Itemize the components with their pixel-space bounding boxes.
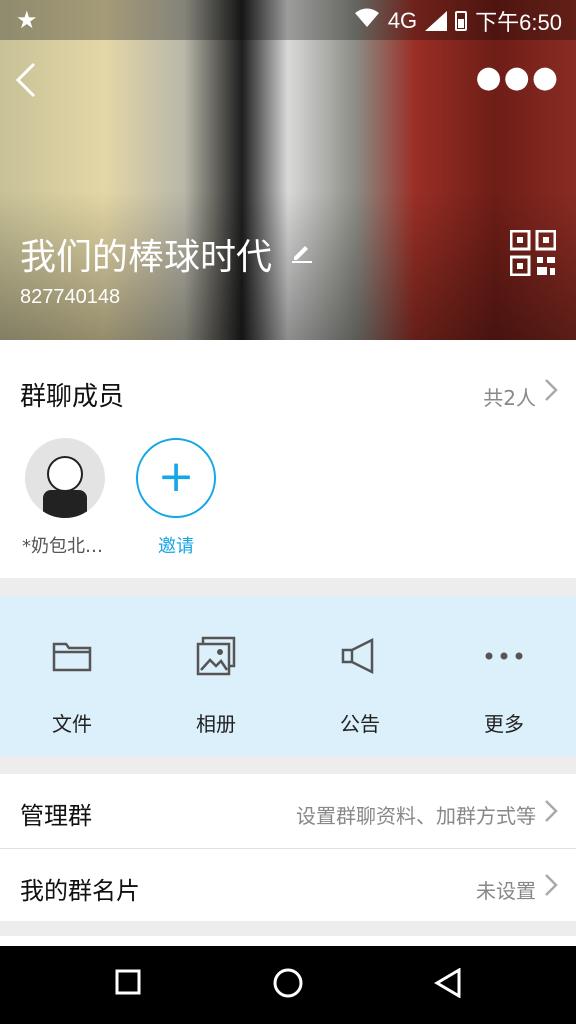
row-value: 未设置 bbox=[476, 879, 536, 903]
more-icon bbox=[484, 636, 524, 676]
system-nav-bar bbox=[0, 946, 576, 1024]
avatar-face bbox=[47, 456, 83, 492]
members-section: 群聊成员 共2人 *奶包北… + 邀请 bbox=[0, 340, 576, 578]
action-announcement[interactable]: 公告 bbox=[288, 596, 432, 756]
wifi-icon bbox=[354, 7, 380, 35]
action-files[interactable]: 文件 bbox=[0, 596, 144, 756]
next-row-edge bbox=[0, 936, 576, 946]
action-label: 公告 bbox=[340, 712, 380, 736]
more-options-icon[interactable]: ●●● bbox=[475, 60, 560, 95]
manage-group-row[interactable]: 管理群 设置群聊资料、加群方式等 bbox=[0, 774, 576, 848]
megaphone-icon bbox=[340, 636, 380, 676]
group-header: ★ 4G 下午6:50 ●●● 我们的棒球时代 827740148 bbox=[0, 0, 576, 340]
status-bar: ★ 4G 下午6:50 bbox=[0, 0, 576, 40]
album-icon bbox=[196, 636, 236, 676]
star-icon: ★ bbox=[16, 6, 38, 34]
avatar-body bbox=[43, 490, 87, 518]
group-card-row[interactable]: 我的群名片 未设置 bbox=[0, 849, 576, 921]
action-label: 相册 bbox=[196, 712, 236, 736]
invite-label[interactable]: 邀请 bbox=[136, 532, 216, 558]
home-button[interactable] bbox=[272, 968, 304, 1004]
group-id: 827740148 bbox=[20, 286, 121, 308]
action-label: 文件 bbox=[52, 712, 92, 736]
status-time: 下午6:50 bbox=[475, 10, 562, 35]
row-value: 设置群聊资料、加群方式等 bbox=[296, 804, 536, 828]
folder-icon bbox=[52, 636, 92, 676]
plus-icon: + bbox=[157, 451, 195, 502]
row-label: 我的群名片 bbox=[20, 877, 140, 905]
action-more[interactable]: 更多 bbox=[432, 596, 576, 756]
row-label: 管理群 bbox=[20, 802, 92, 830]
member-name: *奶包北… bbox=[22, 536, 103, 557]
battery-icon bbox=[455, 11, 468, 31]
qr-code-icon[interactable] bbox=[509, 229, 557, 277]
action-album[interactable]: 相册 bbox=[144, 596, 288, 756]
signal-icon bbox=[425, 11, 448, 31]
network-type: 4G bbox=[387, 8, 418, 33]
members-title: 群聊成员 bbox=[20, 382, 125, 412]
members-count[interactable]: 共2人 bbox=[483, 382, 536, 411]
group-actions-bar: 文件 相册 公告 更多 bbox=[0, 596, 576, 756]
back-icon[interactable] bbox=[14, 60, 38, 110]
chevron-right-icon bbox=[544, 873, 558, 903]
recents-button[interactable] bbox=[114, 968, 142, 1000]
edit-name-icon[interactable] bbox=[290, 240, 314, 270]
group-name: 我们的棒球时代 bbox=[20, 237, 273, 278]
invite-button[interactable]: + bbox=[136, 438, 216, 518]
back-button[interactable] bbox=[434, 967, 462, 1002]
chevron-right-icon bbox=[544, 799, 558, 829]
member-avatar[interactable] bbox=[25, 438, 105, 518]
action-label: 更多 bbox=[484, 712, 524, 736]
chevron-right-icon bbox=[544, 378, 558, 408]
